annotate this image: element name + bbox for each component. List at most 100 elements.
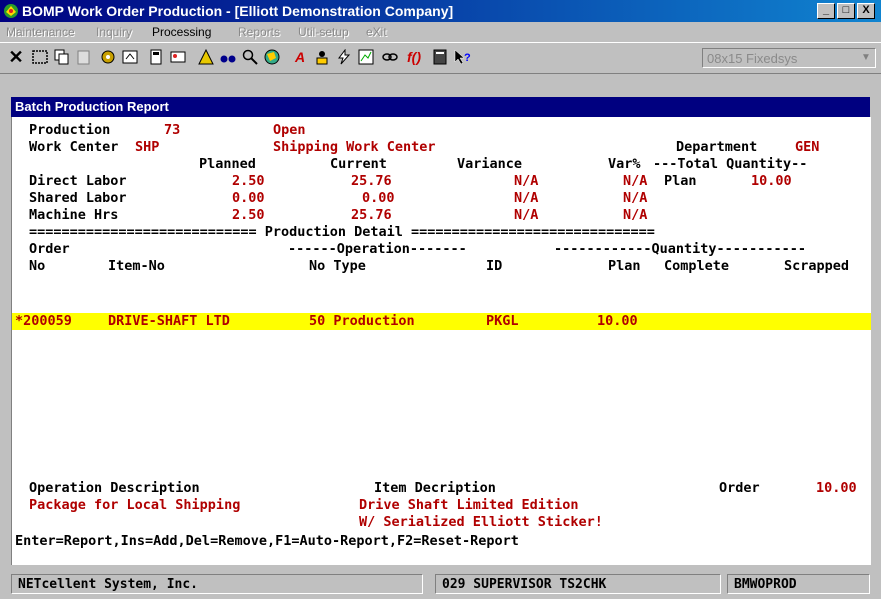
order-value: 10.00 <box>816 480 857 496</box>
settings-icon[interactable] <box>98 47 118 67</box>
production-number[interactable]: 73 <box>164 122 180 139</box>
user-card-icon[interactable] <box>168 47 188 67</box>
direct-labor-label: Direct Labor <box>29 173 127 189</box>
direct-labor-current: 25.76 <box>351 173 392 189</box>
hdr-id: ID <box>486 258 503 274</box>
machine-hrs-label: Machine Hrs <box>29 207 119 223</box>
plan-label: Plan <box>664 173 697 189</box>
shared-labor-varpct: N/A <box>623 190 648 206</box>
menu-util-setup[interactable]: Util-setup <box>298 22 349 42</box>
minimize-button[interactable]: _ <box>817 3 835 19</box>
window-title: BOMP Work Order Production - [Elliott De… <box>22 3 454 19</box>
detail-id: PKGL <box>486 313 519 329</box>
close-x-icon[interactable]: ✕ <box>6 47 26 67</box>
col-planned: Planned <box>199 156 256 172</box>
shared-labor-planned: 0.00 <box>232 190 265 206</box>
shared-labor-label: Shared Labor <box>29 190 127 206</box>
terminal-area: Production 73 Open Work Center SHP Shipp… <box>11 117 871 565</box>
detail-order: *200059 <box>15 313 72 329</box>
hdr-complete: Complete <box>664 258 730 274</box>
properties-icon[interactable] <box>120 47 140 67</box>
plan-value: 10.00 <box>751 173 792 189</box>
op-desc-label: Operation Description <box>29 480 200 496</box>
toolbar: ✕ A f() ? 08x15 Fixedsys ▼ <box>0 42 881 74</box>
font-icon[interactable]: A <box>290 47 310 67</box>
workcenter-name: Shipping Work Center <box>273 139 436 155</box>
machine-hrs-planned: 2.50 <box>232 207 265 223</box>
production-label: Production <box>29 122 111 138</box>
status-bar: NETcellent System, Inc. 029 SUPERVISOR T… <box>0 570 881 599</box>
detail-plan: 10.00 <box>597 313 638 329</box>
font-select-value: 08x15 Fixedsys <box>707 51 798 66</box>
app-window: BOMP Work Order Production - [Elliott De… <box>0 0 881 599</box>
person-icon[interactable] <box>312 47 332 67</box>
hdr-plan: Plan <box>608 258 641 274</box>
app-icon <box>4 4 18 18</box>
svg-text:?: ? <box>464 52 471 64</box>
paste-icon[interactable] <box>74 47 94 67</box>
department-label: Department <box>676 139 758 155</box>
link-icon[interactable] <box>380 47 400 67</box>
menu-reports[interactable]: Reports <box>238 22 280 42</box>
title-bar: BOMP Work Order Production - [Elliott De… <box>0 0 881 22</box>
machine-hrs-varpct: N/A <box>623 207 648 223</box>
production-detail-separator: ============================ Production … <box>29 224 655 240</box>
col-varpct: Var% <box>608 156 641 172</box>
item-desc-line2: W/ Serialized Elliott Sticker! <box>359 514 603 530</box>
report-title: Batch Production Report <box>15 99 169 114</box>
direct-labor-varpct: N/A <box>623 173 648 189</box>
menu-processing[interactable]: Processing <box>152 22 211 42</box>
menu-inquiry[interactable]: Inquiry <box>96 22 132 42</box>
col-variance: Variance <box>457 156 523 172</box>
production-status: Open <box>273 122 306 138</box>
copy-icon[interactable] <box>52 47 72 67</box>
order-label: Order <box>719 480 760 496</box>
hdr-no: No <box>29 258 46 274</box>
hdr-quantity: ------------Quantity----------- <box>554 241 806 257</box>
direct-labor-planned: 2.50 <box>232 173 265 189</box>
workcenter-code[interactable]: SHP <box>135 139 159 156</box>
hdr-op-no-type: No Type <box>309 258 366 274</box>
menu-bar: Maintenance Inquiry Processing Reports U… <box>0 22 881 42</box>
status-company: NETcellent System, Inc. <box>11 574 423 594</box>
col-current: Current <box>330 156 387 172</box>
item-desc-line1: Drive Shaft Limited Edition <box>359 497 579 513</box>
font-select[interactable]: 08x15 Fixedsys ▼ <box>702 48 876 68</box>
item-desc-label: Item Decription <box>374 480 496 496</box>
department-code: GEN <box>795 139 820 155</box>
lightning-icon[interactable] <box>334 47 354 67</box>
status-program: BMWOPROD <box>727 574 870 594</box>
search-icon[interactable] <box>240 47 260 67</box>
maximize-button[interactable]: □ <box>837 3 855 19</box>
warning-icon[interactable] <box>196 47 216 67</box>
keys-hint: Enter=Report,Ins=Add,Del=Remove,F1=Auto-… <box>15 533 519 549</box>
detail-operation: 50 Production <box>309 313 415 329</box>
hdr-operation: ------Operation------- <box>288 241 467 257</box>
help-pointer-icon[interactable]: ? <box>452 47 472 67</box>
hdr-scrapped: Scrapped <box>784 258 850 274</box>
book-icon[interactable] <box>430 47 450 67</box>
calculator-icon[interactable] <box>146 47 166 67</box>
chevron-down-icon[interactable]: ▼ <box>858 50 874 66</box>
direct-labor-variance: N/A <box>514 173 539 189</box>
shared-labor-current: 0.00 <box>362 190 395 206</box>
total-qty-header: ---Total Quantity-- <box>653 156 808 172</box>
hdr-order: Order <box>29 241 70 257</box>
op-desc: Package for Local Shipping <box>29 497 241 513</box>
report-title-bar: Batch Production Report <box>11 97 870 117</box>
hdr-item-no: Item-No <box>108 258 165 274</box>
machine-hrs-variance: N/A <box>514 207 539 223</box>
shared-labor-variance: N/A <box>514 190 539 206</box>
chart-icon[interactable] <box>356 47 376 67</box>
detail-item: DRIVE-SHAFT LTD <box>108 313 230 329</box>
close-button[interactable]: X <box>857 3 875 19</box>
window-icon[interactable] <box>30 47 50 67</box>
workcenter-label: Work Center <box>29 139 119 155</box>
machine-hrs-current: 25.76 <box>351 207 392 223</box>
function-icon[interactable]: f() <box>404 47 424 67</box>
binoculars-icon[interactable] <box>218 47 238 67</box>
menu-exit[interactable]: eXit <box>366 22 387 42</box>
globe-icon[interactable] <box>262 47 282 67</box>
status-user: 029 SUPERVISOR TS2CHK <box>435 574 721 594</box>
menu-maintenance[interactable]: Maintenance <box>6 22 75 42</box>
